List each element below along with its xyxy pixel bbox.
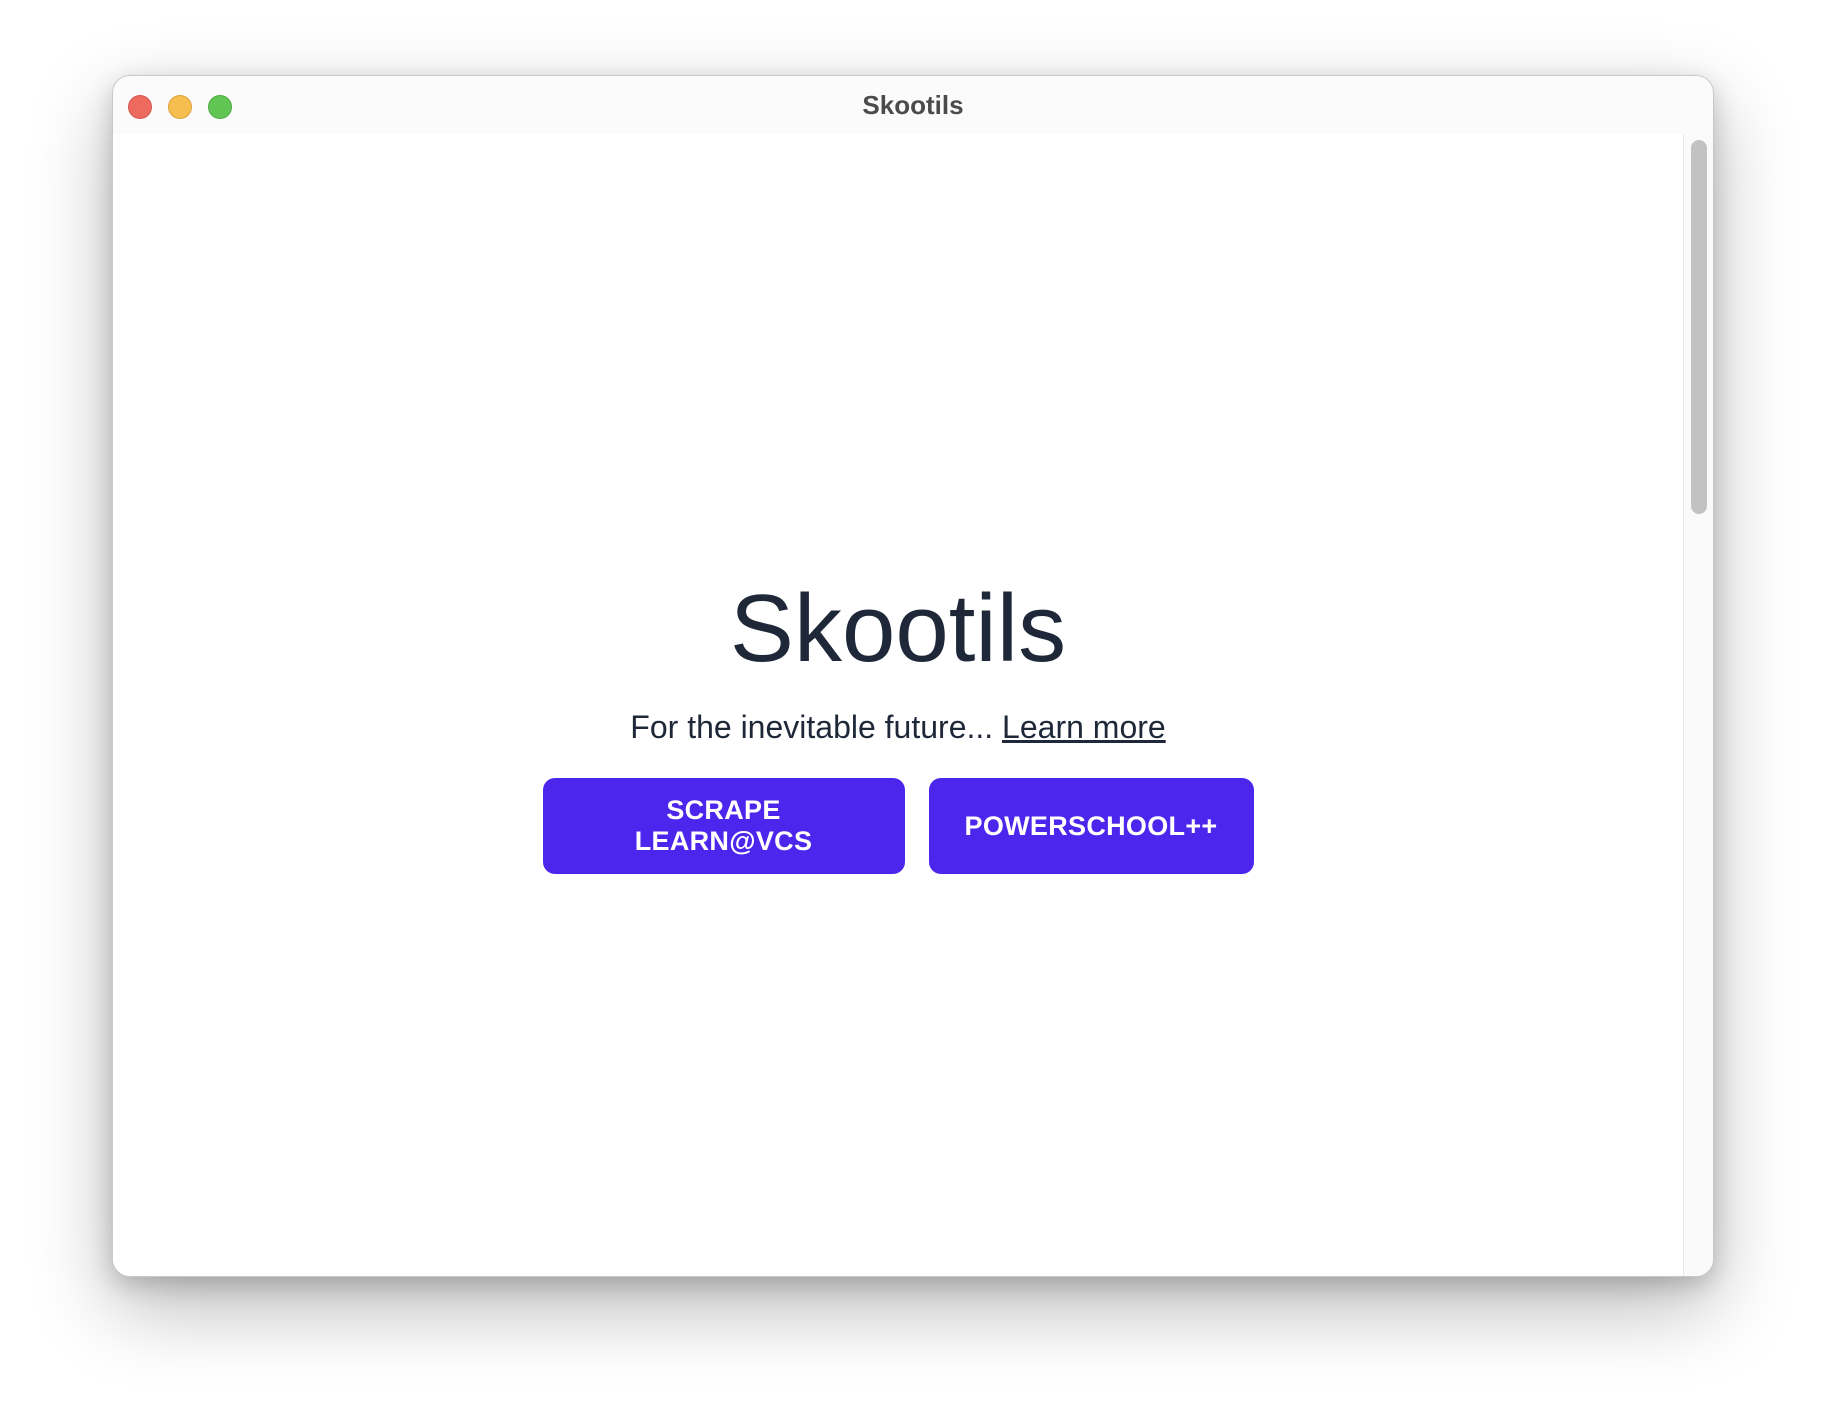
scrape-learn-vcs-button[interactable]: SCRAPE LEARN@VCS [542,778,905,875]
powerschool-plus-plus-button[interactable]: POWERSCHOOL++ [928,778,1254,875]
title-bar[interactable]: Skootils [113,76,1713,134]
page-title: Skootils [729,574,1067,682]
learn-more-link[interactable]: Learn more [1002,709,1166,745]
vertical-scrollbar[interactable] [1683,134,1713,1276]
action-buttons: SCRAPE LEARN@VCS POWERSCHOOL++ [542,778,1254,875]
main-content: Skootils For the inevitable future... Le… [113,134,1683,1276]
scrollbar-thumb[interactable] [1691,140,1707,514]
window-title: Skootils [862,89,964,120]
tagline-text: For the inevitable future... [630,709,1003,746]
app-window: Skootils Skootils For the inevitable fut… [112,75,1714,1277]
close-window-button[interactable] [128,95,152,119]
hero-section: Skootils For the inevitable future... Le… [113,134,1683,1276]
tagline: For the inevitable future... Learn more [630,709,1165,746]
minimize-window-button[interactable] [168,95,192,119]
maximize-window-button[interactable] [208,95,232,119]
